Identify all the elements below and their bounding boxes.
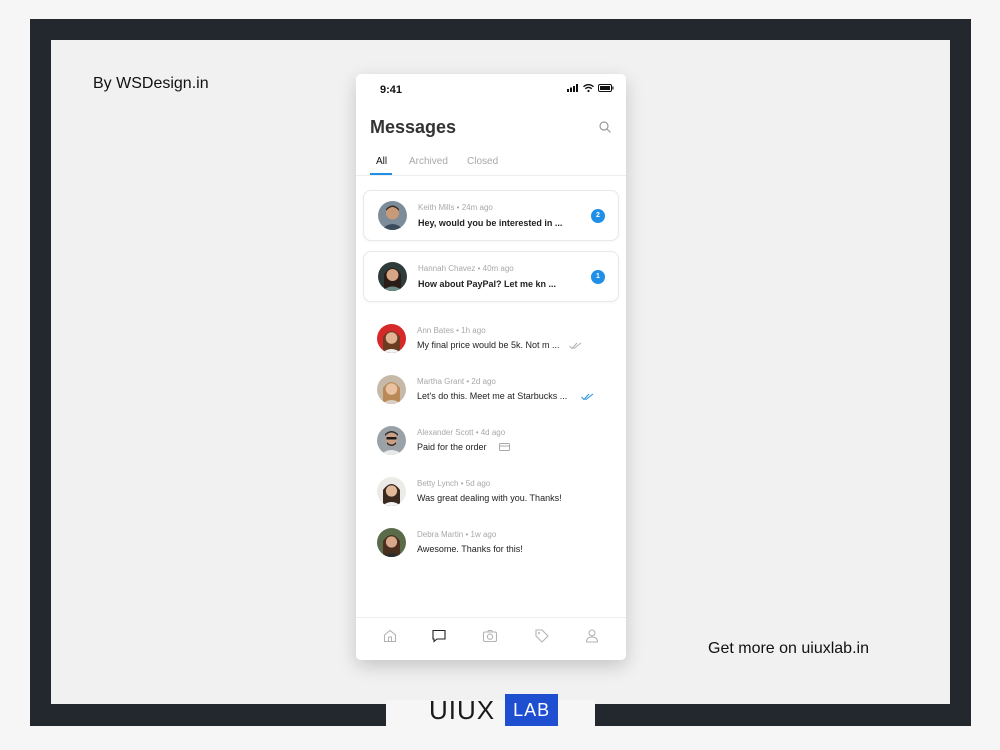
phone-screen: 9:41 Messages All Archived Closed Keith … [356,74,626,660]
conversation-meta: Martha Grant • 2d ago [417,377,496,386]
message-preview: Was great dealing with you. Thanks! [417,493,562,503]
contact-name: Hannah Chavez [418,264,476,273]
home-icon[interactable] [382,628,398,644]
conversation-item[interactable]: Betty Lynch • 5d ago Was great dealing w… [363,471,619,515]
conversation-item[interactable]: Hannah Chavez • 40m ago How about PayPal… [363,251,619,302]
double-check-blue-icon [581,393,594,401]
message-time: 24m ago [461,203,493,212]
tab-bar: All Archived Closed [356,152,626,176]
tab-all[interactable]: All [376,156,387,167]
conversation-item[interactable]: Alexander Scott • 4d ago Paid for the or… [363,420,619,464]
message-preview: Hey, would you be interested in ... [418,218,563,228]
contact-name: Debra Martin [417,530,464,539]
message-preview: My final price would be 5k. Not m ... [417,340,560,350]
card-icon [499,443,510,451]
unread-badge: 2 [591,209,605,223]
conversation-item[interactable]: Martha Grant • 2d ago Let's do this. Mee… [363,369,619,413]
conversation-meta: Alexander Scott • 4d ago [417,428,506,437]
status-time: 9:41 [380,84,403,96]
message-preview: Let's do this. Meet me at Starbucks ... [417,391,568,401]
brand-logo: UIUX LAB [429,693,559,727]
contact-name: Martha Grant [417,377,465,386]
more-link-text: Get more on uiuxlab.in [708,640,869,657]
search-icon[interactable] [598,120,612,134]
chat-icon[interactable] [431,628,447,644]
conversation-item[interactable]: Keith Mills • 24m ago Hey, would you be … [363,190,619,241]
message-time: 5d ago [465,479,491,488]
conversation-meta: Debra Martin • 1w ago [417,530,497,539]
avatar [378,201,407,230]
double-check-grey-icon [569,342,582,350]
brand-text: UIUX [429,694,496,725]
brand-box: LAB [505,694,559,726]
profile-icon[interactable] [584,628,600,644]
conversation-item[interactable]: Debra Martin • 1w ago Awesome. Thanks fo… [363,522,619,566]
canvas: By WSDesign.in Get more on uiuxlab.in UI… [0,0,1000,750]
avatar [377,528,406,557]
camera-icon[interactable] [482,628,498,644]
avatar [377,426,406,455]
active-tab-indicator [370,173,392,175]
conversation-meta: Ann Bates • 1h ago [417,326,486,335]
unread-badge: 1 [591,270,605,284]
avatar [377,477,406,506]
message-preview: How about PayPal? Let me kn ... [418,279,557,289]
message-time: 1h ago [461,326,486,335]
contact-name: Betty Lynch [417,479,459,488]
battery-icon [598,84,614,92]
message-time: 2d ago [471,377,496,386]
tab-archived[interactable]: Archived [409,156,448,167]
page-title: Messages [370,117,457,137]
tab-closed[interactable]: Closed [467,156,498,167]
bottom-navigation [356,617,626,660]
conversation-meta: Betty Lynch • 5d ago [417,479,491,488]
signal-icon [567,84,578,92]
message-time: 4d ago [480,428,506,437]
status-bar: 9:41 [356,74,626,106]
conversation-meta: Keith Mills • 24m ago [418,203,493,212]
wifi-icon [583,84,594,92]
avatar [377,375,406,404]
contact-name: Keith Mills [418,203,455,212]
message-preview: Paid for the order [417,442,487,452]
avatar [377,324,406,353]
contact-name: Alexander Scott [417,428,474,437]
message-time: 1w ago [470,530,497,539]
message-preview: Awesome. Thanks for this! [417,544,523,554]
status-icons [567,84,614,92]
conversation-item[interactable]: Ann Bates • 1h ago My final price would … [363,318,619,362]
message-time: 40m ago [482,264,514,273]
contact-name: Ann Bates [417,326,454,335]
author-credit: By WSDesign.in [93,75,209,92]
conversation-meta: Hannah Chavez • 40m ago [418,264,514,273]
tag-icon[interactable] [534,628,550,644]
avatar [378,262,407,291]
